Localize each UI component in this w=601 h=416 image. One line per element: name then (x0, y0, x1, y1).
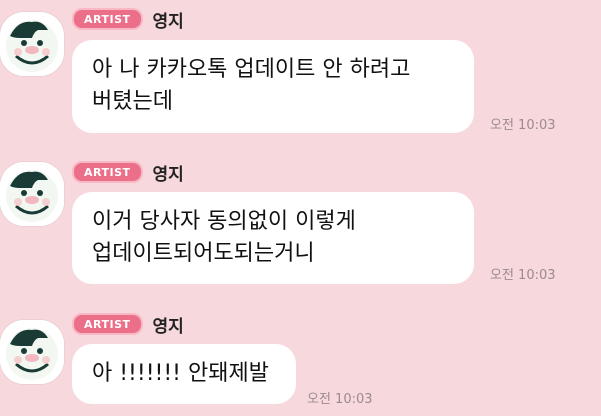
chat-message: ARTIST 영지 아 나 카카오톡 업데이트 안 하려고 버텼는데 오전 10… (0, 0, 601, 140)
artist-badge: ARTIST (72, 8, 143, 30)
message-time: 오전 10:03 (307, 392, 373, 407)
avatar-icon[interactable] (0, 12, 64, 76)
message-time: 오전 10:03 (490, 118, 556, 133)
message-bubble[interactable]: 아 !!!!!!! 안돼제발 (72, 344, 296, 404)
avatar-icon[interactable] (0, 320, 64, 384)
chat-message: ARTIST 영지 이거 당사자 동의없이 이렇게 업데이트되어도되는거니 오전… (0, 150, 601, 290)
sender-name: 영지 (152, 11, 184, 32)
avatar-icon[interactable] (0, 162, 64, 226)
message-bubble[interactable]: 이거 당사자 동의없이 이렇게 업데이트되어도되는거니 (72, 192, 474, 284)
sender-name: 영지 (152, 164, 184, 185)
chat-message: ARTIST 영지 아 !!!!!!! 안돼제발 오전 10:03 (0, 308, 601, 416)
artist-badge: ARTIST (72, 161, 143, 183)
artist-badge: ARTIST (72, 313, 143, 335)
message-time: 오전 10:03 (490, 268, 556, 283)
message-bubble[interactable]: 아 나 카카오톡 업데이트 안 하려고 버텼는데 (72, 40, 474, 133)
sender-name: 영지 (152, 316, 184, 337)
